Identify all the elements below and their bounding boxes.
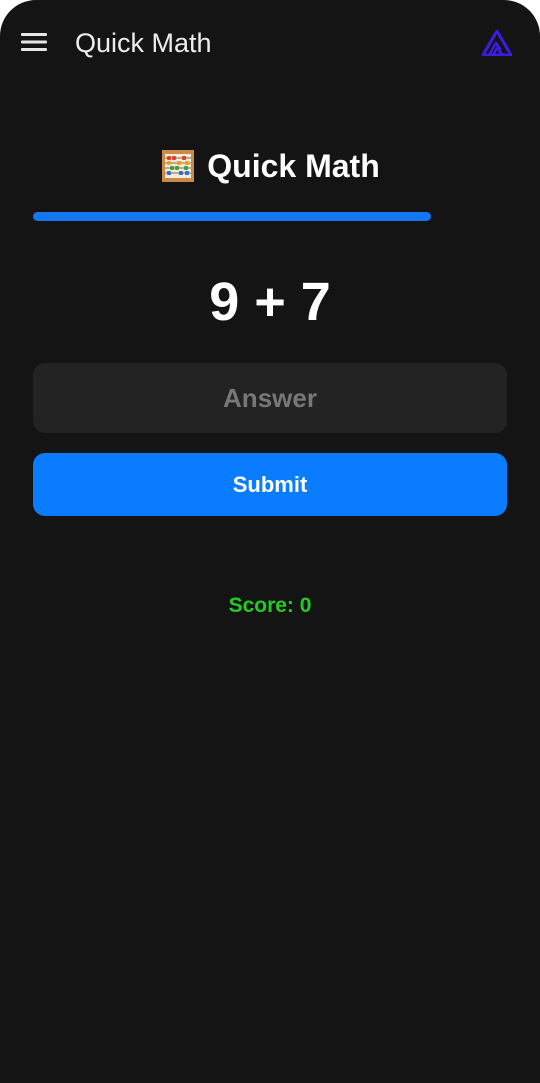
- game-heading: Quick Math: [0, 144, 540, 188]
- app-screen: Quick Math Quick Math 9 + 7 Answer Submi…: [0, 0, 540, 1083]
- brand-triangle-logo-icon: [481, 29, 513, 57]
- answer-input[interactable]: [33, 363, 507, 433]
- brand-logo[interactable]: [481, 29, 513, 57]
- progress-bar: [33, 212, 507, 221]
- math-problem: 9 + 7: [209, 272, 331, 332]
- game-title: Quick Math: [207, 147, 380, 184]
- score-label: Score: 0: [228, 594, 312, 617]
- app-title: Quick Math: [75, 28, 212, 58]
- hamburger-menu-icon: [21, 33, 47, 51]
- abacus-icon: [162, 150, 195, 182]
- menu-button[interactable]: [14, 22, 54, 62]
- submit-button[interactable]: Submit: [33, 453, 507, 516]
- app-bar: Quick Math: [0, 0, 540, 86]
- progress-fill: [33, 212, 432, 221]
